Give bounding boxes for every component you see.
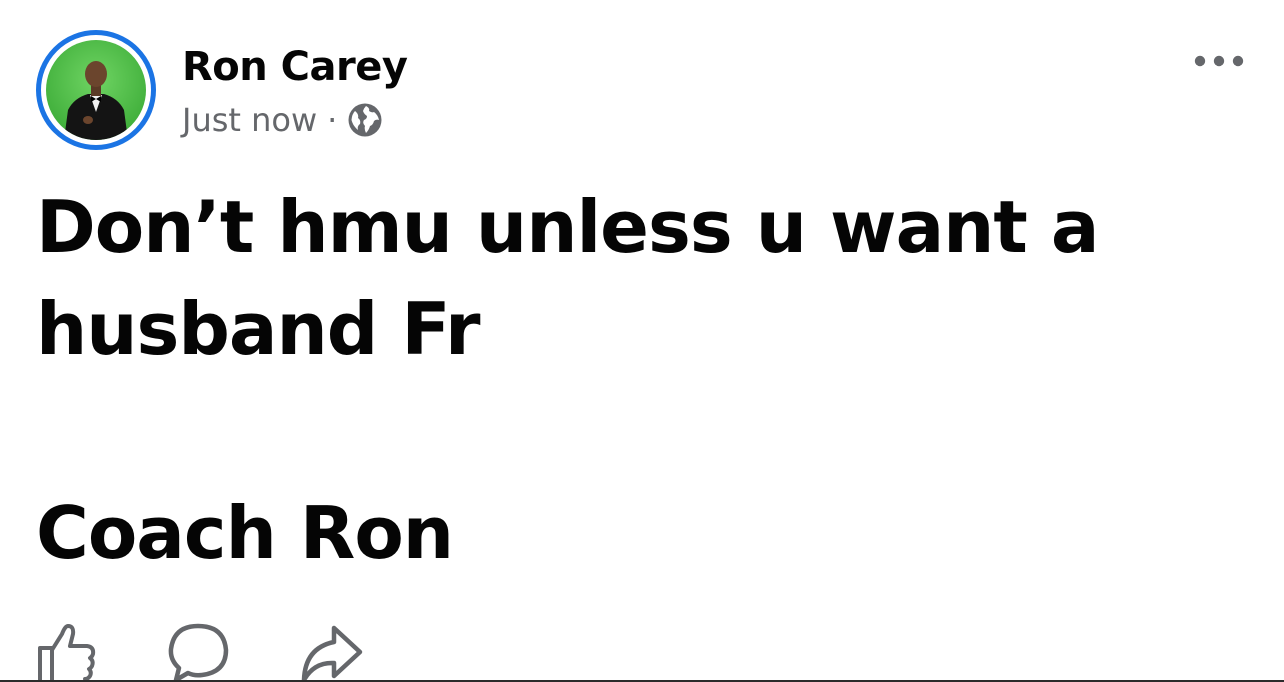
avatar[interactable] xyxy=(36,30,156,150)
more-options-button[interactable] xyxy=(1188,44,1250,78)
like-button[interactable] xyxy=(32,618,102,680)
comment-icon xyxy=(168,623,229,680)
share-button[interactable] xyxy=(296,618,366,680)
post-text: Don’t hmu unless u want a husband Fr Coa… xyxy=(36,176,1236,584)
author-name[interactable]: Ron Carey xyxy=(182,42,408,92)
post-meta: Just now · xyxy=(182,98,383,142)
meta-separator: · xyxy=(327,101,338,139)
like-icon xyxy=(38,624,96,680)
share-icon xyxy=(301,625,363,680)
globe-icon[interactable] xyxy=(347,102,383,138)
avatar-photo xyxy=(46,40,146,140)
more-options-icon xyxy=(1194,55,1244,67)
post-text-line: Don’t hmu unless u want a xyxy=(36,185,1100,269)
post-text-line: husband Fr xyxy=(36,287,480,371)
comment-button[interactable] xyxy=(166,618,236,680)
post-actions xyxy=(32,618,432,680)
post-card: Ron Carey Just now · Don’t hmu unless u … xyxy=(0,0,1284,680)
post-text-line: Coach Ron xyxy=(36,491,454,575)
post-text-blank-line xyxy=(36,380,1236,482)
post-timestamp[interactable]: Just now xyxy=(182,98,317,142)
